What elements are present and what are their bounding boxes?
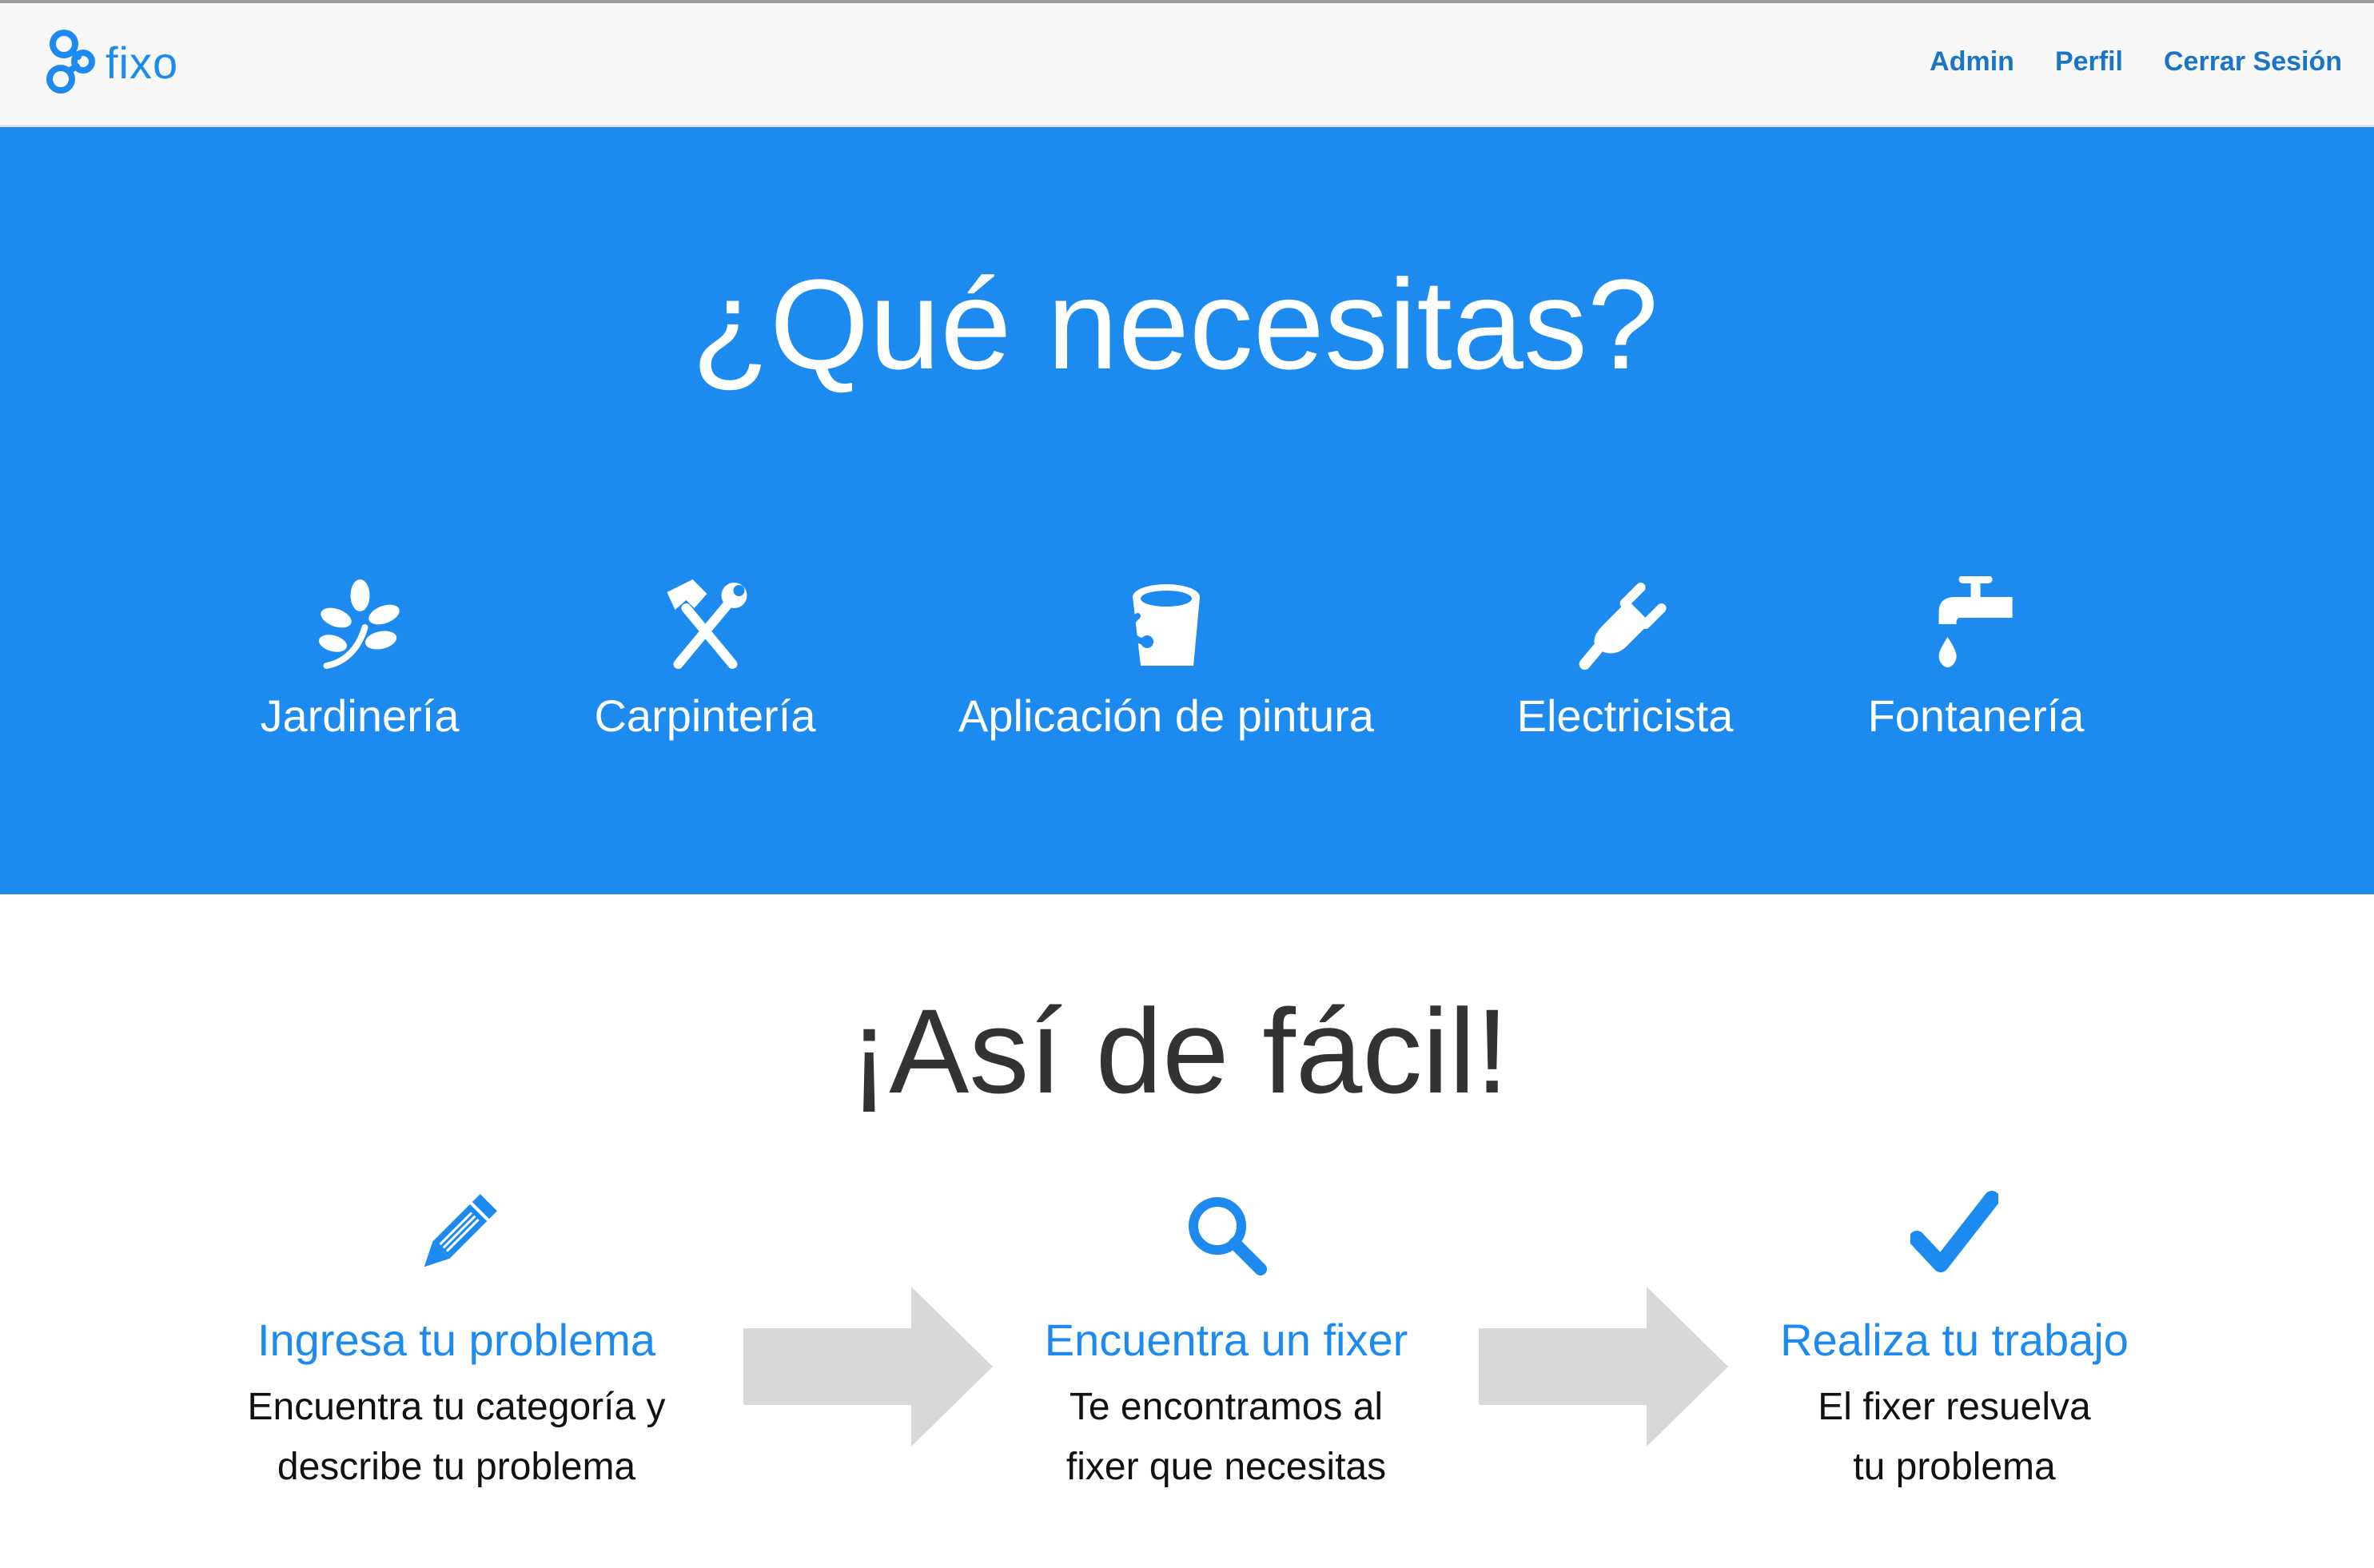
step-title: Encuentra un fixer (1044, 1315, 1408, 1365)
category-label: Jardinería (260, 690, 460, 741)
steps-title: ¡Así de fácil! (849, 984, 1509, 1118)
step-description: El fixer resuelva tu problema (1699, 1377, 2210, 1497)
faucet-icon (1928, 576, 2024, 672)
arrow-right-icon (743, 1287, 993, 1447)
step-realiza-trabajo: Realiza tu trabajo El fixer resuelva tu … (1699, 1191, 2210, 1497)
chain-link-logo-icon (43, 26, 101, 98)
category-carpinteria[interactable]: Carpintería (594, 576, 816, 742)
step-description-line: tu problema (1853, 1446, 2056, 1488)
step-description-line: El fixer resuelva (1818, 1386, 2091, 1428)
arrow-right-icon (1479, 1287, 1728, 1447)
step-title: Realiza tu trabajo (1780, 1315, 2129, 1365)
nav-link-perfil[interactable]: Perfil (2055, 46, 2123, 78)
step-encuentra-fixer: Encuentra un fixer Te encontramos al fix… (970, 1191, 1482, 1497)
nav-links: Admin Perfil Cerrar Sesión (1889, 46, 2342, 78)
brand-name: fixo (106, 37, 179, 88)
leaf-icon (312, 576, 408, 672)
hero-title: ¿Qué necesitas? (691, 253, 1659, 396)
category-label: Carpintería (594, 690, 816, 741)
step-description: Encuentra tu categoría y describe tu pro… (201, 1377, 712, 1497)
step-title: Ingresa tu problema (257, 1315, 656, 1365)
category-jardineria[interactable]: Jardinería (260, 576, 460, 742)
step-description-line: Encuentra tu categoría y (247, 1386, 666, 1428)
navbar: fixo Admin Perfil Cerrar Sesión (0, 3, 2374, 127)
checkmark-icon (1910, 1191, 1998, 1279)
step-description-line: describe tu problema (277, 1446, 636, 1488)
step-ingresa-problema: Ingresa tu problema Encuentra tu categor… (201, 1191, 712, 1497)
category-fontaneria[interactable]: Fontanería (1867, 576, 2085, 742)
brand-logo[interactable]: fixo (43, 24, 178, 101)
category-label: Electricista (1516, 690, 1734, 741)
paint-bucket-icon (1118, 576, 1214, 672)
pencil-icon (412, 1191, 500, 1279)
search-icon (1182, 1191, 1270, 1279)
nav-link-cerrar-sesion[interactable]: Cerrar Sesión (2164, 46, 2342, 78)
hero-section: ¿Qué necesitas? Jardinería Carpintería A… (0, 127, 2374, 894)
nav-link-admin[interactable]: Admin (1930, 46, 2014, 78)
category-electricista[interactable]: Electricista (1516, 576, 1734, 742)
step-description-line: Te encontramos al (1069, 1386, 1384, 1428)
category-label: Aplicación de pintura (958, 690, 1374, 741)
step-description: Te encontramos al fixer que necesitas (970, 1377, 1482, 1497)
category-aplicacion-de-pintura[interactable]: Aplicación de pintura (958, 576, 1374, 742)
step-description-line: fixer que necesitas (1066, 1446, 1387, 1488)
plug-icon (1577, 576, 1673, 672)
category-label: Fontanería (1867, 690, 2085, 741)
hammer-wrench-icon (657, 576, 753, 672)
